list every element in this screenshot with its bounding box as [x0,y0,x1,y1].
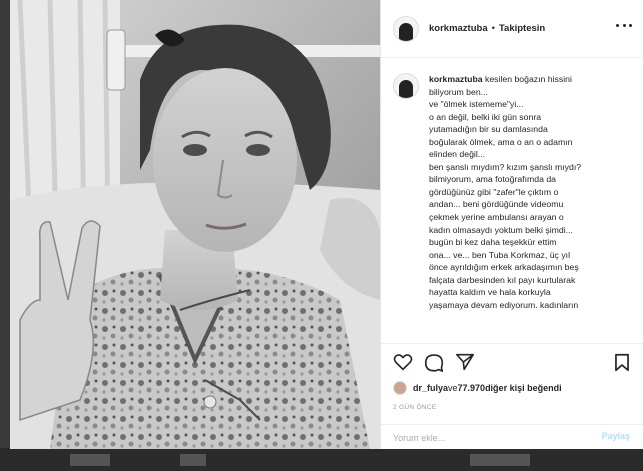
follow-status-button[interactable]: Takiptesin [499,23,545,34]
caption-line: ona... ve... ben Tuba Korkmaz, üç yıl [429,249,571,260]
caption-line: gördüğünüz gibi "zafer"le çıktım o [429,186,559,197]
caption-first-line: korkmaztuba kesilen boğazın hissini [429,73,634,86]
background-strip [0,448,643,471]
caption-line: çekmek yerine ambulansı arayan o [429,212,564,223]
caption-username[interactable]: korkmaztuba [429,74,483,84]
heart-icon[interactable] [393,353,413,371]
likes-suffix[interactable]: diğer kişi beğendi [485,383,562,393]
liker-username[interactable]: dr_fulya [413,383,448,393]
liker-avatar[interactable] [393,381,407,395]
caption-first-text: kesilen boğazın hissini [482,74,572,84]
caption-line: yutamadığın bir su damlasında [429,124,548,135]
likes-conjunction: ve [448,383,458,393]
caption-line: ve "ölmek istememe"yi... [429,99,524,110]
likes-summary: dr_fulya ve 77.970 diğer kişi beğendi [393,378,562,398]
caption-text: korkmaztuba kesilen boğazın hissini bili… [429,73,634,343]
photo-illustration [10,0,380,449]
caption-line: falçata darbesinden kıl payı kurtularak [429,274,576,285]
caption-line: o an değil, belki iki gün sonra [429,111,542,122]
caption-line: önce ayrıldığım erkek arkadaşımın beş [429,262,579,273]
screenshot-stage: korkmaztuba • Takiptesin korkmaztuba kes… [0,0,643,471]
share-icon[interactable] [455,353,475,371]
caption-avatar[interactable] [393,73,419,99]
more-horizontal-icon[interactable] [616,22,632,28]
post-timestamp[interactable]: 2 GÜN ÖNCE [393,404,436,411]
post-photo[interactable] [10,0,380,449]
header-separator: • [491,23,495,34]
caption-line: kadın olmasaydı yoktum belki şimdi... [429,224,573,235]
post-caption: korkmaztuba kesilen boğazın hissini bili… [381,59,643,343]
caption-line: elinden değil... [429,149,486,160]
bookmark-icon[interactable] [614,353,630,372]
likes-count[interactable]: 77.970 [458,383,486,393]
avatar[interactable] [393,15,419,42]
comment-icon[interactable] [424,353,444,372]
caption-line: bugün bi kez daha teşekkür ettim [429,237,557,248]
header-meta: korkmaztuba • Takiptesin [429,23,545,34]
header-username[interactable]: korkmaztuba [429,23,488,34]
caption-line: andan... beni gördüğünde videomu [429,199,564,210]
caption-line: hayatta kaldım ve hala korkuyla [429,287,551,298]
post-actions [381,343,643,378]
background-edge [0,0,10,471]
caption-line: biliyorum ben... [429,86,488,97]
comment-section: Paylaş [381,424,643,449]
post-comment-button[interactable]: Paylaş [601,431,630,441]
post-header: korkmaztuba • Takiptesin [381,0,643,58]
caption-line: ben şanslı mıydım? kızım şanslı mıydı? [429,161,582,172]
post-side-panel: korkmaztuba • Takiptesin korkmaztuba kes… [380,0,643,449]
caption-line: yaşamaya devam ediyorum. kadınların [429,299,579,310]
caption-line: bilmiyorum, ama fotoğrafımda da [429,174,556,185]
comment-input[interactable] [393,431,583,445]
caption-line: boğularak ölmek, ama o an o adamın [429,136,573,147]
